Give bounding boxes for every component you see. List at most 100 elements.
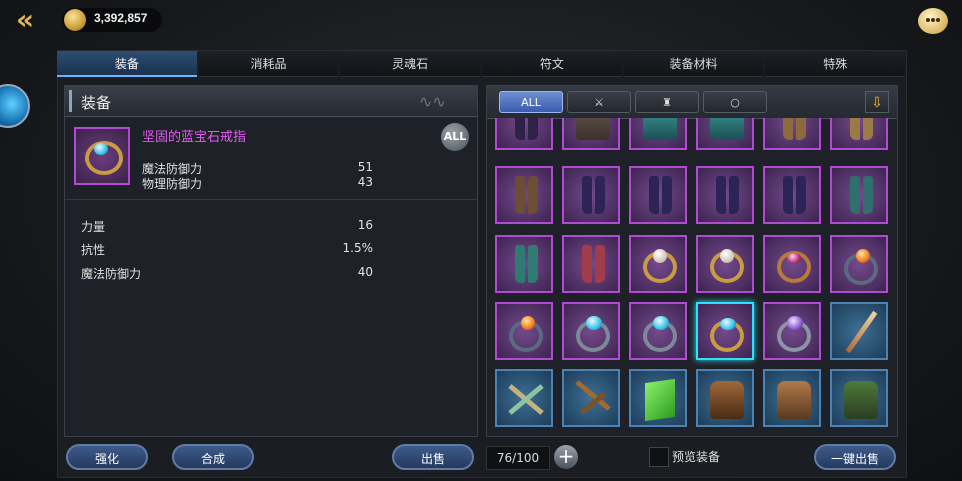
fire-gem-icon (521, 316, 535, 330)
boots-icon (783, 118, 793, 140)
header-accent-bar (69, 90, 72, 112)
boots-icon (850, 176, 860, 214)
item-slot-spellbook[interactable] (629, 369, 687, 427)
item-grid (495, 118, 891, 434)
boots-icon (729, 176, 739, 214)
item-slot-boots[interactable] (763, 166, 821, 224)
item-slot-ring[interactable] (830, 235, 888, 293)
fire-gem-icon (856, 249, 870, 263)
expand-inventory-plus-icon[interactable]: + (554, 445, 578, 469)
tab-special[interactable]: 特殊 (765, 51, 906, 77)
gauntlet-icon (710, 118, 744, 140)
boots-icon (716, 176, 726, 214)
item-slot-ring-selected[interactable] (696, 302, 754, 360)
boots-icon (595, 245, 605, 283)
inventory-grid-panel: ALL ⚔ ♜ ○ ⇩ (486, 85, 898, 437)
boots-icon (649, 176, 659, 214)
pearl-gem-icon (653, 249, 667, 263)
dagger-icon (845, 310, 878, 354)
item-slot-boots[interactable] (562, 235, 620, 293)
double-chevron-left-icon[interactable]: « (16, 6, 48, 34)
item-slot-armor[interactable] (696, 369, 754, 427)
armor-icon: ♜ (662, 96, 672, 109)
filter-ring-button[interactable]: ○ (703, 91, 767, 113)
item-slot-ring[interactable] (763, 235, 821, 293)
boots-icon (850, 118, 860, 140)
sell-all-button[interactable]: 一键出售 (814, 444, 896, 470)
item-slot-boots[interactable] (562, 166, 620, 224)
preview-equipment-label: 预览装备 (672, 450, 721, 464)
gauntlet-icon (643, 118, 677, 140)
top-bar: « 3,392,857 (0, 0, 962, 42)
stat-name: 力量 (81, 220, 106, 234)
boots-icon (796, 118, 806, 140)
item-slot-armor[interactable] (763, 369, 821, 427)
chat-bubble-icon[interactable] (918, 8, 948, 34)
item-slot-ring[interactable] (763, 302, 821, 360)
item-slot-ring[interactable] (629, 235, 687, 293)
chat-dot (931, 18, 935, 22)
filter-weapon-button[interactable]: ⚔ (567, 91, 631, 113)
item-slot-boots[interactable] (763, 118, 821, 150)
gold-display: 3,392,857 (62, 8, 162, 32)
boots-icon (796, 176, 806, 214)
boots-icon (783, 176, 793, 214)
combine-button[interactable]: 合成 (172, 444, 254, 470)
item-slot-gauntlet[interactable] (696, 118, 754, 150)
gauntlet-icon (576, 118, 610, 140)
category-tabs: 装备 消耗品 灵魂石 符文 装备材料 特殊 (57, 51, 906, 77)
item-slot-armor[interactable] (830, 369, 888, 427)
item-slot-ring[interactable] (629, 302, 687, 360)
item-slot-crossbow[interactable] (562, 369, 620, 427)
item-slot-ring[interactable] (495, 302, 553, 360)
tab-runes[interactable]: 符文 (482, 51, 622, 77)
item-slot-boots[interactable] (629, 166, 687, 224)
item-slot-boots[interactable] (495, 166, 553, 224)
filter-armor-button[interactable]: ♜ (635, 91, 699, 113)
item-slot-ring[interactable] (562, 302, 620, 360)
item-slot-ring[interactable] (696, 235, 754, 293)
inventory-count: 76/100 (486, 446, 550, 470)
tab-soul-stones[interactable]: 灵魂石 (340, 51, 481, 77)
item-slot-boots[interactable] (696, 166, 754, 224)
stat-value: 16 (357, 218, 373, 232)
ring-icon: ○ (730, 96, 740, 109)
gold-coin-icon (64, 9, 86, 31)
ruby-gem-icon (787, 253, 801, 263)
armor-icon (710, 381, 744, 419)
boots-icon (515, 245, 525, 283)
item-name: 坚固的蓝宝石戒指 (142, 130, 247, 145)
item-slot-boots[interactable] (495, 118, 553, 150)
boots-icon (515, 118, 525, 140)
item-slot-gauntlet[interactable] (562, 118, 620, 150)
item-slot-boots[interactable] (830, 118, 888, 150)
item-slot-crossed-swords[interactable] (495, 369, 553, 427)
stat-row: 抗性 1.5% (65, 241, 477, 257)
enhance-button[interactable]: 强化 (66, 444, 148, 470)
sell-button[interactable]: 出售 (392, 444, 474, 470)
sword-icon: ⚔ (594, 96, 604, 109)
filter-all-button[interactable]: ALL (499, 91, 563, 113)
stat-name: 魔法防御力 (81, 267, 142, 281)
item-slot-gauntlet[interactable] (629, 118, 687, 150)
sapphire-gem-icon (653, 316, 669, 330)
tab-consumables[interactable]: 消耗品 (198, 51, 339, 77)
stat-value: 1.5% (342, 241, 374, 255)
item-slot-boots[interactable] (830, 166, 888, 224)
stat-name: 抗性 (81, 243, 106, 257)
stat-value: 51 (357, 160, 373, 174)
item-detail-panel: 装备 ∿∿ 坚固的蓝宝石戒指 ALL 魔法防御力 51 物理防御力 43 力量 … (64, 85, 478, 437)
boots-icon (515, 176, 525, 214)
tab-equipment-materials[interactable]: 装备材料 (623, 51, 764, 77)
tab-equipment[interactable]: 装备 (57, 51, 197, 77)
pearl-gem-icon (720, 249, 734, 263)
item-slot-dagger[interactable] (830, 302, 888, 360)
preview-equipment-checkbox[interactable] (649, 447, 669, 467)
boots-icon (863, 118, 873, 140)
item-slot-boots[interactable] (495, 235, 553, 293)
chat-dot (936, 18, 940, 22)
boots-icon (528, 245, 538, 283)
sort-arrow-down-icon[interactable]: ⇩ (865, 91, 889, 113)
sapphire-gem-icon (94, 143, 108, 155)
compare-all-button[interactable]: ALL (441, 123, 469, 151)
